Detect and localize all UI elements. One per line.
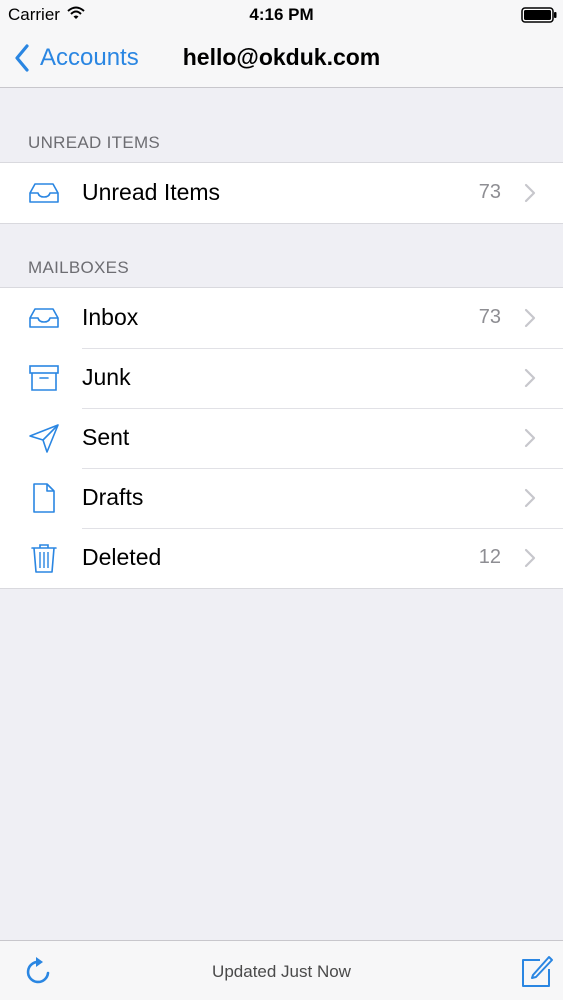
- list-item-unread-items[interactable]: Unread Items 73: [0, 163, 563, 223]
- mail-mailboxes-screen: Carrier 4:16 PM Accounts hello@okduk.com: [0, 0, 563, 1000]
- row-label: Drafts: [82, 484, 144, 510]
- chevron-right-icon: [524, 548, 536, 568]
- list-item-inbox[interactable]: Inbox 73: [0, 288, 563, 348]
- chevron-right-icon: [524, 183, 536, 203]
- chevron-right-icon: [524, 488, 536, 508]
- status-time: 4:16 PM: [249, 5, 314, 24]
- row-label: Unread Items: [82, 179, 221, 205]
- top-bar: Carrier 4:16 PM Accounts hello@okduk.com: [0, 0, 563, 88]
- row-label: Junk: [82, 364, 131, 390]
- document-icon: [33, 483, 55, 513]
- battery-icon: [521, 7, 557, 23]
- trash-icon: [31, 544, 57, 573]
- inbox-tray-icon: [29, 308, 59, 328]
- row-count: 73: [478, 181, 501, 203]
- archive-box-icon: [29, 365, 59, 391]
- paper-plane-icon: [29, 424, 59, 453]
- update-status-text: Updated Just Now: [212, 962, 351, 981]
- row-label: Inbox: [82, 304, 139, 330]
- chevron-right-icon: [524, 428, 536, 448]
- bottom-toolbar: Updated Just Now: [0, 940, 563, 1000]
- chevron-right-icon: [524, 368, 536, 388]
- list-item-deleted[interactable]: Deleted 12: [0, 528, 563, 588]
- chevron-right-icon: [524, 308, 536, 328]
- list-item-drafts[interactable]: Drafts: [0, 468, 563, 528]
- mailboxes-group: Inbox 73 Junk Sent Drafts Deleted 12: [0, 287, 563, 589]
- row-label: Sent: [82, 424, 130, 450]
- list-item-sent[interactable]: Sent: [0, 408, 563, 468]
- unread-group: Unread Items 73: [0, 162, 563, 224]
- row-count: 73: [478, 306, 501, 328]
- inbox-tray-icon: [29, 183, 59, 203]
- page-title: hello@okduk.com: [182, 44, 381, 70]
- section-header-mailboxes: MAILBOXES: [28, 258, 129, 277]
- compose-icon[interactable]: [520, 954, 554, 988]
- section-header-unread: UNREAD ITEMS: [28, 133, 161, 152]
- list-item-junk[interactable]: Junk: [0, 348, 563, 408]
- navigation-bar: Accounts hello@okduk.com: [0, 30, 563, 88]
- status-bar: Carrier 4:16 PM: [0, 0, 563, 30]
- row-count: 12: [478, 546, 501, 568]
- row-label: Deleted: [82, 544, 162, 570]
